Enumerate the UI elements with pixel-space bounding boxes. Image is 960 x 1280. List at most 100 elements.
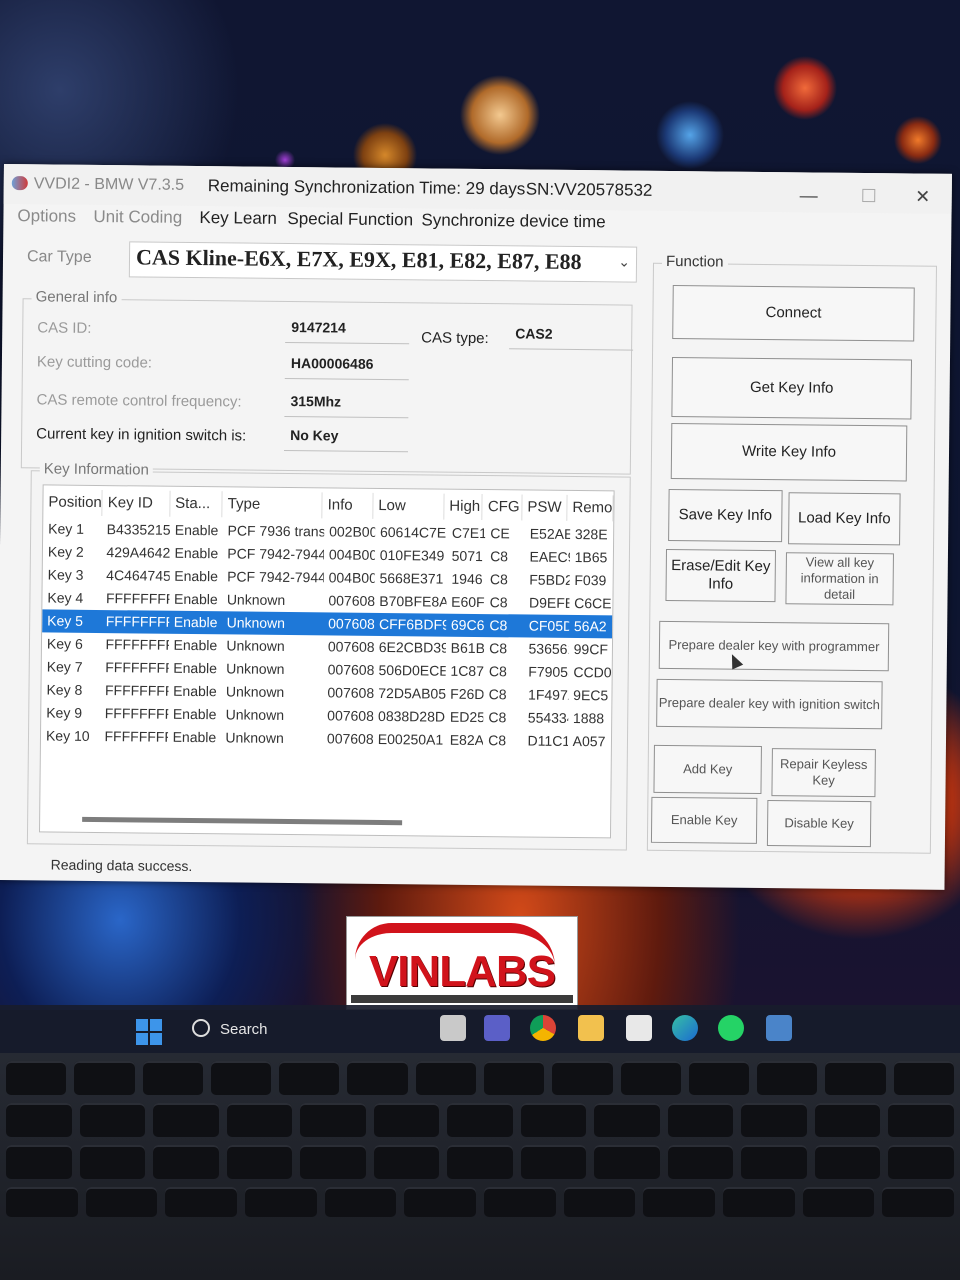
- remote-freq-label: CAS remote control frequency:: [36, 391, 242, 411]
- view-all-key-info-button[interactable]: View all key information in detail: [785, 552, 894, 606]
- repair-keyless-key-button[interactable]: Repair Keyless Key: [771, 748, 876, 798]
- vvdi-app-icon[interactable]: [766, 1015, 792, 1041]
- table-cell: Enable: [173, 682, 217, 700]
- table-cell: Unknown: [225, 729, 284, 746]
- prepare-dealer-key-programmer-button[interactable]: Prepare dealer key with programmer: [658, 620, 890, 672]
- table-cell: B70BFE8A: [379, 592, 447, 610]
- column-header[interactable]: Type: [222, 491, 323, 519]
- table-cell: 536561: [528, 640, 569, 658]
- table-cell: Enable: [174, 521, 219, 539]
- cas-id-value: 9147214: [285, 311, 410, 345]
- task-view-icon[interactable]: [440, 1015, 466, 1041]
- table-cell: Unknown: [225, 706, 285, 723]
- table-cell: 007608: [328, 615, 375, 632]
- whatsapp-icon[interactable]: [718, 1015, 744, 1041]
- table-cell: Unknown: [226, 591, 286, 608]
- table-cell: 60614C7E: [379, 523, 447, 541]
- table-cell: Key 6: [46, 635, 83, 652]
- taskbar: Search: [0, 1005, 960, 1053]
- general-info-group: General info CAS ID: 9147214 CAS type: C…: [20, 288, 634, 475]
- edge-icon[interactable]: [672, 1015, 698, 1041]
- table-cell: Key 10: [45, 727, 90, 744]
- save-key-info-button[interactable]: Save Key Info: [668, 488, 783, 543]
- table-cell: C8: [489, 594, 508, 611]
- menu-unit-coding[interactable]: Unit Coding: [93, 207, 182, 228]
- minimize-button[interactable]: —: [794, 182, 824, 208]
- table-cell: C8: [488, 663, 507, 680]
- windows-start-icon[interactable]: [136, 1019, 162, 1045]
- table-cell: Enable: [173, 613, 218, 631]
- load-key-info-button[interactable]: Load Key Info: [788, 492, 901, 546]
- store-icon[interactable]: [626, 1015, 652, 1041]
- table-cell: C8: [488, 732, 507, 749]
- table-cell: D11C1E: [527, 732, 568, 750]
- table-cell: F79055: [528, 663, 569, 681]
- maximize-button[interactable]: ☐: [854, 183, 884, 209]
- table-cell: Enable: [174, 567, 218, 585]
- column-header[interactable]: Remo: [567, 494, 614, 522]
- menu-options[interactable]: Options: [17, 206, 76, 227]
- column-header[interactable]: Low: [373, 492, 445, 520]
- prepare-dealer-key-ignition-button[interactable]: Prepare dealer key with ignition switch: [656, 678, 883, 730]
- table-cell: C8: [489, 571, 508, 588]
- write-key-info-button[interactable]: Write Key Info: [670, 423, 908, 482]
- column-header[interactable]: CFG: [482, 494, 523, 521]
- table-cell: Key 1: [48, 520, 85, 537]
- table-cell: 007608: [326, 730, 373, 747]
- table-cell: F5BD29: [529, 571, 570, 589]
- table-cell: CE: [490, 525, 510, 542]
- car-type-select[interactable]: CAS Kline-E6X, E7X, E9X, E81, E82, E87, …: [128, 241, 638, 283]
- chevron-down-icon: ⌄: [618, 253, 631, 270]
- table-cell: 1F497A: [527, 686, 569, 704]
- table-cell: Unknown: [226, 614, 286, 631]
- table-cell: FFFFFFFF: [105, 659, 169, 676]
- table-cell: Key 5: [47, 612, 84, 629]
- search-icon: [192, 1019, 210, 1037]
- table-cell: F039: [574, 571, 607, 589]
- column-header[interactable]: Key ID: [102, 490, 171, 517]
- table-cell: Enable: [173, 636, 218, 654]
- vvdi2-window: VVDI2 - BMW V7.3.5 Remaining Synchroniza…: [0, 164, 952, 890]
- column-header[interactable]: PSW: [522, 494, 568, 521]
- table-cell: Unknown: [226, 637, 285, 654]
- menu-sync-device-time[interactable]: Synchronize device time: [421, 210, 605, 232]
- enable-key-button[interactable]: Enable Key: [650, 796, 758, 844]
- table-cell: Key 8: [46, 681, 83, 698]
- column-header[interactable]: Info: [322, 492, 374, 519]
- horizontal-scrollbar[interactable]: [82, 816, 403, 826]
- chrome-icon[interactable]: [530, 1015, 556, 1041]
- table-cell: PCF 7936 transponder: [227, 522, 325, 540]
- taskbar-search[interactable]: Search: [180, 1015, 430, 1045]
- table-cell: 328E: [574, 525, 608, 543]
- table-cell: CF05D4: [528, 617, 570, 635]
- menu-key-learn[interactable]: Key Learn: [199, 208, 277, 229]
- current-key-value: No Key: [284, 419, 409, 453]
- keyboard-row: [6, 1103, 954, 1137]
- table-cell: Unknown: [226, 660, 285, 677]
- column-header[interactable]: High: [444, 493, 484, 521]
- table-cell: 004B00: [328, 546, 375, 563]
- table-cell: D9EFEA: [528, 594, 570, 612]
- connect-button[interactable]: Connect: [672, 285, 915, 342]
- table-cell: Enable: [172, 705, 217, 723]
- table-row[interactable]: Key 10 FFFFFFFF Enable Unknown 007608 E00250A…: [41, 724, 611, 753]
- table-cell: E52AE0: [529, 525, 571, 543]
- general-info-title: General info: [31, 288, 122, 307]
- erase-edit-key-info-button[interactable]: Erase/Edit Key Info: [665, 548, 776, 603]
- column-header[interactable]: Position: [43, 489, 103, 517]
- menu-special-function[interactable]: Special Function: [287, 209, 413, 230]
- serial-number: SN:VV20578532: [525, 179, 653, 200]
- key-cutting-label: Key cutting code:: [36, 353, 153, 372]
- close-button[interactable]: ✕: [908, 183, 938, 209]
- add-key-button[interactable]: Add Key: [653, 744, 762, 794]
- table-cell: 6E2CBD39: [378, 638, 446, 656]
- table-cell: B61B: [450, 639, 485, 657]
- teams-icon[interactable]: [484, 1015, 510, 1041]
- key-information-title: Key Information: [39, 460, 153, 479]
- current-key-label: Current key in ignition switch is:: [36, 425, 247, 445]
- table-cell: 004B00: [328, 569, 375, 586]
- column-header[interactable]: Sta...: [170, 490, 223, 518]
- file-explorer-icon[interactable]: [578, 1015, 604, 1041]
- get-key-info-button[interactable]: Get Key Info: [671, 357, 913, 420]
- disable-key-button[interactable]: Disable Key: [766, 800, 872, 848]
